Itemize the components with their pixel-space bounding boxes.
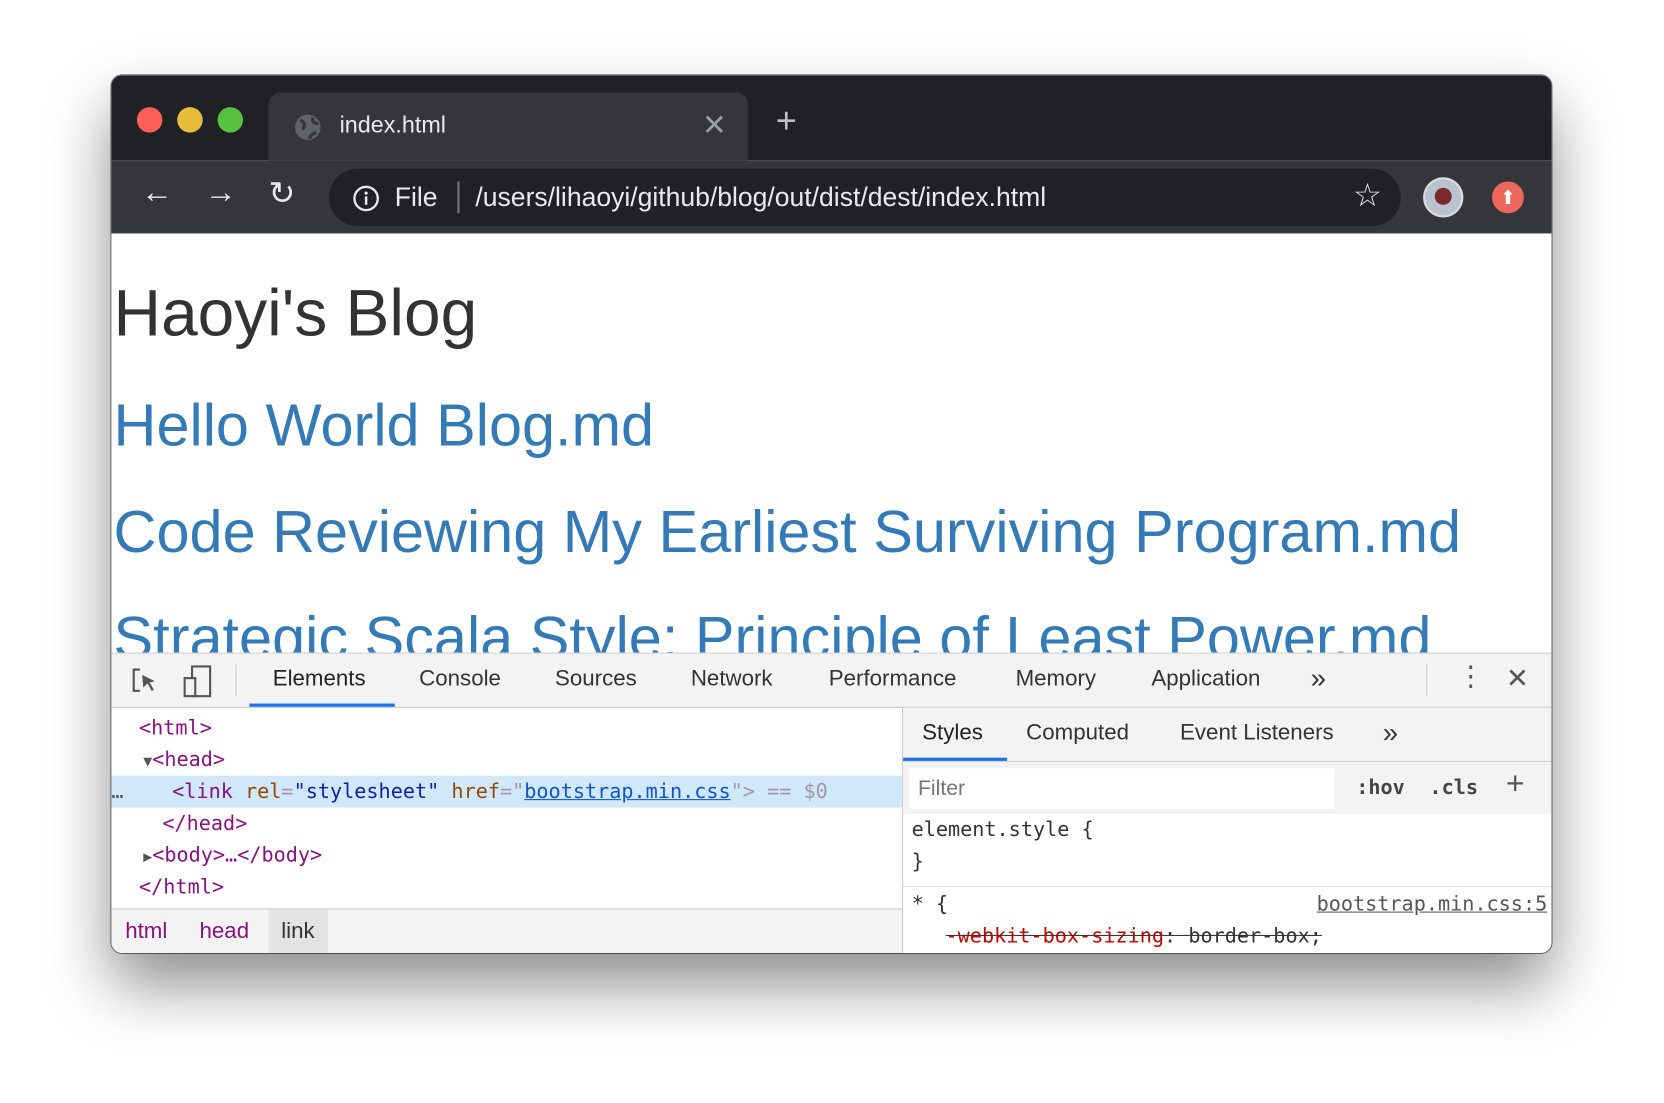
forward-icon[interactable]: → [205, 175, 237, 211]
more-actions-icon[interactable]: … [111, 780, 123, 803]
element-style-selector[interactable]: element.style { [912, 818, 1094, 841]
browser-tab[interactable]: index.html ✕ [268, 92, 749, 161]
kebab-menu-icon[interactable]: ⋮ [1457, 660, 1485, 693]
device-toolbar-icon[interactable] [181, 664, 213, 698]
styles-tabs: Styles Computed Event Listeners » [903, 707, 1552, 762]
reload-icon[interactable]: ↻ [268, 175, 295, 212]
post-link[interactable]: Strategic Scala Style: Principle of Leas… [114, 603, 1432, 653]
tree-node-link-selected[interactable]: … <link rel="stylesheet" href="bootstrap… [111, 775, 903, 808]
tab-memory[interactable]: Memory [1016, 666, 1096, 691]
element-style-rule: element.style { } [903, 814, 1552, 888]
hov-toggle[interactable]: :hov [1356, 776, 1405, 799]
tab-title: index.html [339, 111, 447, 138]
more-tabs-icon[interactable]: » [1383, 716, 1398, 749]
close-tab-icon[interactable]: ✕ [702, 107, 727, 142]
universal-rule-selector[interactable]: * { [912, 892, 948, 915]
tree-node-body[interactable]: ▶<body>…</body> [143, 839, 902, 871]
info-icon [353, 185, 379, 212]
page-title: Haoyi's Blog [113, 276, 478, 351]
tab-elements[interactable]: Elements [273, 666, 366, 691]
cls-toggle[interactable]: .cls [1429, 776, 1478, 799]
styles-pane: Styles Computed Event Listeners » :hov .… [903, 707, 1552, 953]
tab-network[interactable]: Network [691, 666, 773, 691]
divider [235, 664, 237, 697]
styles-filter-input[interactable] [909, 768, 1334, 809]
post-link[interactable]: Hello World Blog.md [114, 391, 655, 460]
devtools-toolbar: Elements Console Sources Network Perform… [111, 653, 1552, 708]
update-icon[interactable]: ⬆ [1492, 181, 1524, 214]
tab-styles[interactable]: Styles [922, 721, 983, 746]
tab-performance[interactable]: Performance [829, 666, 957, 691]
divider [457, 181, 460, 214]
devtools-panel: Elements Console Sources Network Perform… [111, 652, 1552, 953]
close-devtools-icon[interactable]: ✕ [1506, 662, 1529, 695]
profile-avatar[interactable] [1423, 177, 1464, 218]
tab-computed[interactable]: Computed [1026, 721, 1129, 746]
close-window-button[interactable] [136, 107, 163, 133]
tree-node-html-close[interactable]: </html> [139, 871, 902, 903]
browser-window: index.html ✕ + ← → ↻ File /users/lihaoyi… [111, 75, 1552, 953]
tab-console[interactable]: Console [419, 666, 501, 691]
post-link[interactable]: Code Reviewing My Earliest Surviving Pro… [114, 497, 1462, 566]
filter-row: :hov .cls + [903, 761, 1552, 814]
breadcrumb-head[interactable]: head [200, 919, 250, 944]
tab-application[interactable]: Application [1151, 666, 1260, 691]
back-icon[interactable]: ← [141, 175, 173, 211]
tree-node-html[interactable]: <html> [139, 712, 902, 744]
maximize-window-button[interactable] [217, 107, 244, 133]
tree-node-head[interactable]: ▼<head> [143, 744, 902, 776]
active-tab-indicator [903, 757, 1008, 761]
rule-close-brace: } [911, 850, 924, 874]
elements-tree: <html> ▼<head> … <link rel="stylesheet" … [111, 708, 903, 910]
rule-source-link[interactable]: bootstrap.min.css:5 [1317, 892, 1548, 915]
browser-toolbar: ← → ↻ File /users/lihaoyi/github/blog/ou… [111, 160, 1552, 234]
globe-icon [295, 114, 321, 141]
tab-strip: index.html ✕ + [111, 75, 1552, 161]
tab-event-listeners[interactable]: Event Listeners [1180, 721, 1334, 746]
overridden-property[interactable]: -webkit-box-sizing: border-box; [946, 924, 1322, 947]
breadcrumb: html head link [111, 908, 903, 953]
divider [1426, 664, 1428, 697]
minimize-window-button[interactable] [177, 107, 203, 133]
href-link[interactable]: bootstrap.min.css [524, 780, 730, 803]
inspect-element-icon[interactable] [131, 666, 161, 696]
page-content: Haoyi's Blog Hello World Blog.md Code Re… [111, 233, 1552, 653]
active-tab-indicator [249, 703, 395, 707]
tab-sources[interactable]: Sources [555, 666, 637, 691]
tree-node-head-close[interactable]: </head> [162, 808, 902, 840]
more-tabs-icon[interactable]: » [1311, 662, 1326, 695]
address-url[interactable]: /users/lihaoyi/github/blog/out/dist/dest… [475, 183, 1046, 214]
bookmark-star-icon[interactable]: ☆ [1353, 177, 1382, 214]
new-tab-icon[interactable]: + [776, 101, 797, 142]
new-style-rule-icon[interactable]: + [1506, 766, 1525, 802]
breadcrumb-html[interactable]: html [125, 919, 167, 944]
address-scheme: File [394, 182, 438, 213]
breadcrumb-link[interactable]: link [268, 909, 328, 953]
address-bar[interactable]: File /users/lihaoyi/github/blog/out/dist… [328, 168, 1401, 227]
